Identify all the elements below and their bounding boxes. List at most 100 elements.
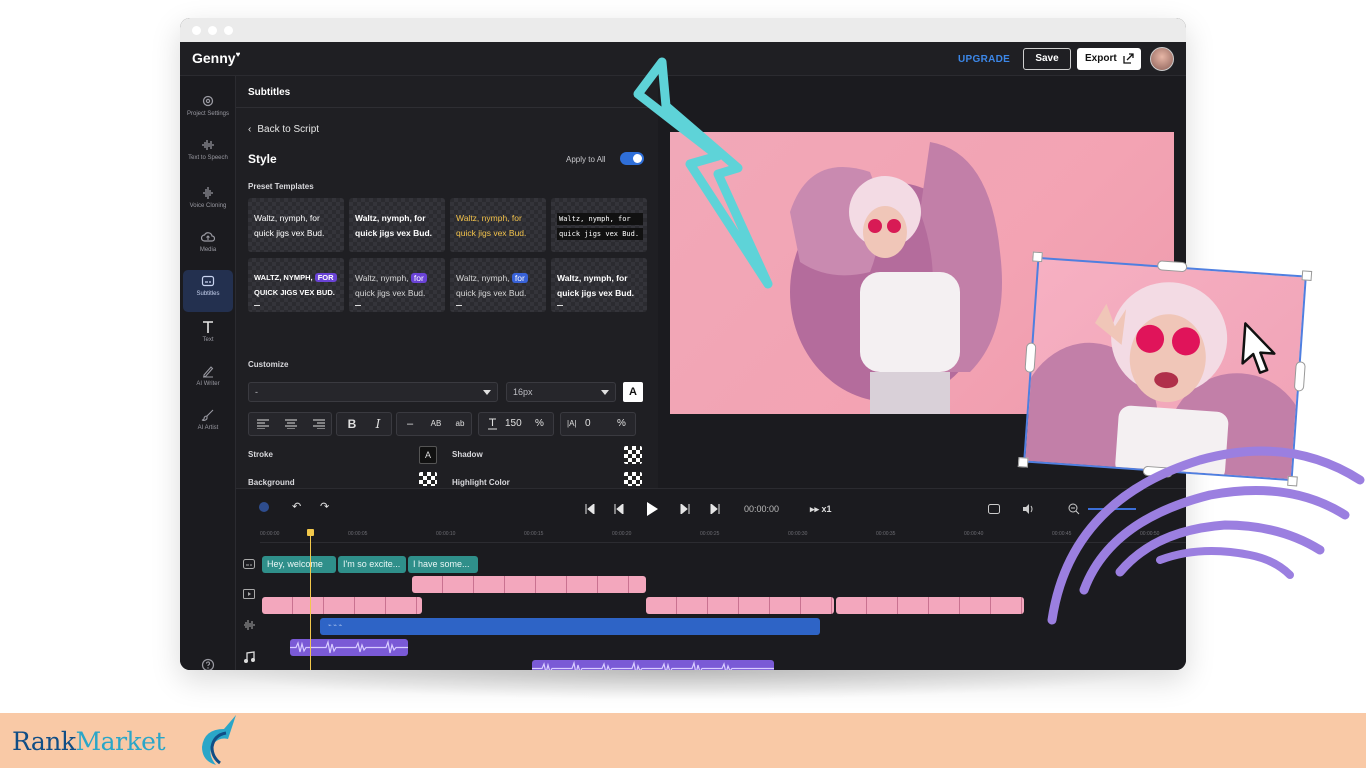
captions-icon[interactable] — [988, 504, 1000, 514]
lightning-bolt-decoration — [633, 57, 773, 289]
window-dot-3[interactable] — [224, 26, 233, 35]
preset-template-3[interactable]: Waltz, nymph, for quick jigs vex Bud. — [450, 198, 546, 252]
line-height-field[interactable]: 150 % — [478, 412, 554, 436]
nav-ai-artist[interactable]: AI Artist — [183, 404, 233, 446]
caret-down-icon — [601, 390, 609, 395]
ruler-tick: 00:00:25 — [700, 531, 720, 537]
line-height-unit: % — [535, 418, 544, 429]
align-left-icon[interactable] — [257, 419, 269, 429]
speed-value: x1 — [821, 504, 832, 514]
user-avatar[interactable] — [1150, 47, 1174, 71]
pen-icon — [203, 366, 214, 378]
nav-project-settings[interactable]: Project Settings — [183, 90, 233, 132]
nav-media[interactable]: Media — [183, 226, 233, 268]
playback-speed[interactable]: ▸▸ x1 — [810, 504, 832, 515]
music-clip-1[interactable] — [290, 639, 408, 656]
subtitle-clip-2[interactable]: I'm so excite... — [338, 556, 406, 573]
resize-handle-left[interactable] — [1024, 342, 1037, 373]
audio-waveform — [532, 660, 774, 670]
resize-handle-top-left[interactable] — [1032, 251, 1043, 263]
magic-icon[interactable] — [258, 501, 270, 513]
play-icon[interactable] — [646, 502, 658, 516]
undo-icon[interactable]: ↶ — [292, 500, 301, 513]
export-label: Export — [1085, 53, 1117, 64]
skip-start-icon[interactable] — [585, 504, 595, 514]
nav-subtitles[interactable]: Subtitles — [183, 270, 233, 312]
brush-icon — [201, 409, 214, 421]
preset-template-5[interactable]: WALTZ, NYMPH, FOR QUICK JIGS VEX BUD. — [248, 258, 344, 312]
audio-waveform — [290, 639, 408, 654]
video-clip-3[interactable] — [836, 597, 1024, 614]
preset-template-2[interactable]: Waltz, nymph, for quick jigs vex Bud. — [349, 198, 445, 252]
align-right-icon[interactable] — [313, 419, 325, 429]
resize-handle-top-right[interactable] — [1301, 270, 1313, 282]
uppercase-button[interactable]: AB — [423, 413, 449, 435]
back-to-script-link[interactable]: ‹ Back to Script — [248, 124, 319, 135]
video-track-icon — [243, 589, 255, 599]
template-line: Waltz, nymph, — [456, 273, 510, 283]
music-clip-2[interactable] — [532, 660, 774, 670]
export-button[interactable]: Export — [1077, 48, 1141, 70]
left-nav: Project Settings Text to Speech Voice Cl… — [180, 76, 236, 670]
step-back-icon[interactable] — [614, 504, 624, 514]
preset-template-1[interactable]: Waltz, nymph, for quick jigs vex Bud. — [248, 198, 344, 252]
window-dot-1[interactable] — [192, 26, 201, 35]
export-icon — [1123, 53, 1134, 64]
background-label: Background — [248, 478, 295, 487]
resize-handle-bottom-left[interactable] — [1017, 456, 1029, 468]
step-forward-icon[interactable] — [680, 504, 690, 514]
italic-button[interactable]: I — [365, 413, 391, 435]
nav-voice-cloning[interactable]: Voice Cloning — [183, 182, 233, 224]
resize-handle-top[interactable] — [1156, 260, 1188, 273]
nav-text-to-speech[interactable]: Text to Speech — [183, 134, 233, 176]
highlight-color-swatch[interactable] — [624, 472, 642, 486]
line-height-icon — [488, 418, 497, 430]
align-center-icon[interactable] — [285, 419, 297, 429]
panel-title: Subtitles — [248, 87, 291, 98]
template-line: quick jigs vex Bud. — [254, 228, 325, 238]
volume-icon[interactable] — [1022, 503, 1034, 515]
subtitle-clip-1[interactable]: Hey, welcome — [262, 556, 336, 573]
case-none-button[interactable]: – — [397, 413, 423, 435]
window-dot-2[interactable] — [208, 26, 217, 35]
save-button[interactable]: Save — [1023, 48, 1071, 70]
template-cursor — [355, 305, 361, 306]
nav-ai-writer[interactable]: AI Writer — [183, 360, 233, 402]
template-line: Waltz, nymph, — [355, 273, 409, 283]
font-color-button[interactable]: A — [623, 382, 643, 402]
skip-end-icon[interactable] — [710, 504, 720, 514]
video-clip-1[interactable] — [262, 597, 422, 614]
preset-template-7[interactable]: Waltz, nymph, for quick jigs vex Bud. — [450, 258, 546, 312]
font-size-select[interactable]: 16px — [506, 382, 616, 402]
subtitles-panel: Subtitles ‹ Back to Script Style Apply to… — [236, 76, 658, 488]
ruler-tick: 00:00:10 — [436, 531, 456, 537]
font-family-select[interactable]: - — [248, 382, 498, 402]
background-color-swatch[interactable] — [419, 472, 437, 486]
subtitle-clip-3[interactable]: I have some... — [408, 556, 478, 573]
nav-text[interactable]: Text — [183, 316, 233, 358]
redo-icon[interactable]: ↷ — [320, 500, 329, 513]
help-icon[interactable] — [201, 658, 215, 670]
font-family-value: - — [255, 387, 258, 397]
stage: Genny♥ UPGRADE Save Export Project Setti… — [0, 0, 1366, 768]
template-highlight: for — [511, 273, 528, 283]
nav-label: Text to Speech — [188, 155, 228, 161]
shadow-color-swatch[interactable] — [624, 446, 642, 464]
upgrade-link[interactable]: UPGRADE — [958, 54, 1010, 65]
preset-template-6[interactable]: Waltz, nymph, for quick jigs vex Bud. — [349, 258, 445, 312]
stroke-color-swatch[interactable]: A — [419, 446, 437, 464]
case-group: – AB ab — [396, 412, 472, 436]
subtitles-icon — [201, 275, 215, 287]
rankmarket-logo[interactable]: RankMarket — [12, 727, 166, 756]
lowercase-button[interactable]: ab — [447, 413, 473, 435]
video-clip-2[interactable] — [646, 597, 834, 614]
voice-clip[interactable]: ⌁ ⌁ ⌁ — [320, 618, 820, 635]
nav-label: Text — [202, 337, 214, 343]
cloud-upload-icon — [201, 232, 215, 242]
nav-label: Voice Cloning — [189, 203, 227, 209]
letter-spacing-field[interactable]: |A| 0 % — [560, 412, 636, 436]
playhead[interactable] — [307, 529, 314, 670]
bold-button[interactable]: B — [339, 413, 365, 435]
video-clip-overlay[interactable] — [412, 576, 646, 593]
resize-handle-right[interactable] — [1293, 361, 1306, 392]
